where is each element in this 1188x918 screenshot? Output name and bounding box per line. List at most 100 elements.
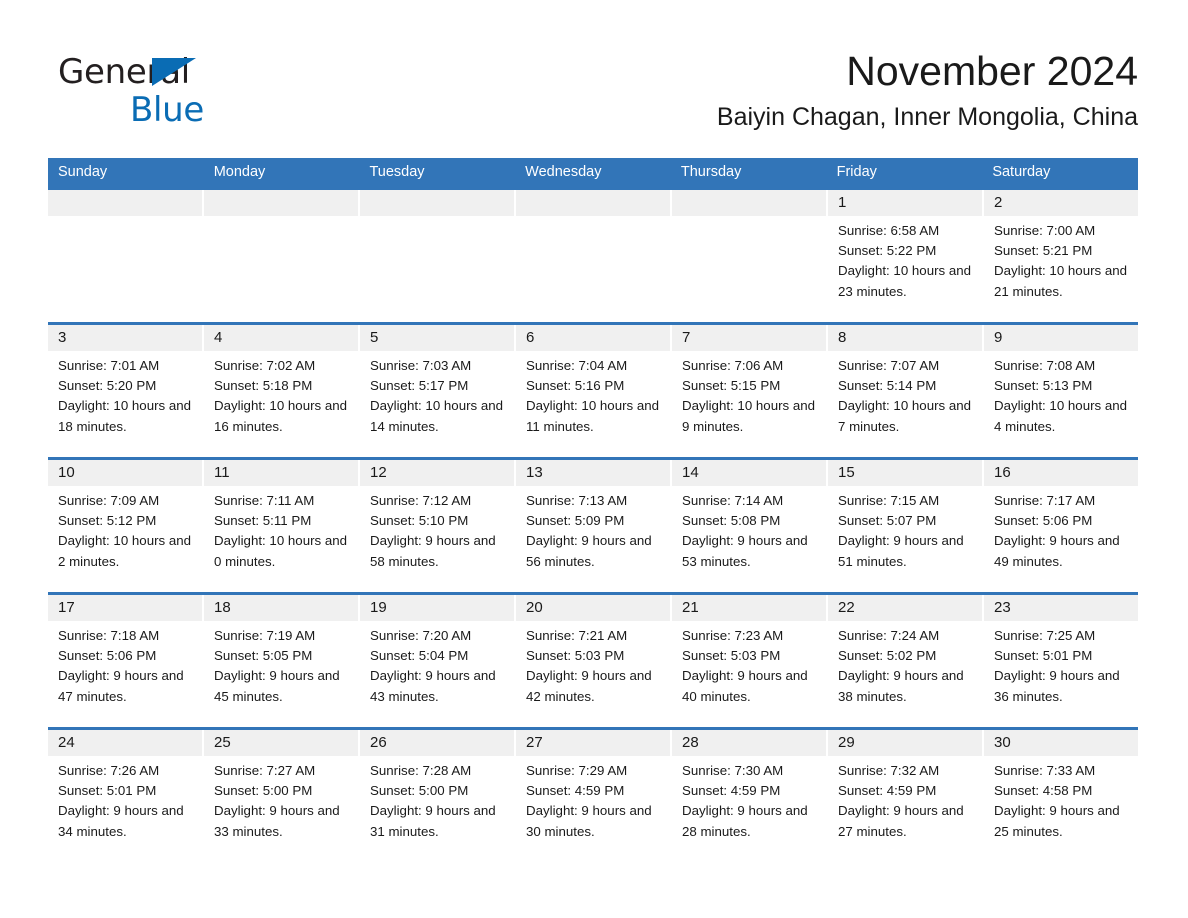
day-number: 29 [828, 730, 982, 756]
day-cell[interactable]: 1 Sunrise: 6:58 AM Sunset: 5:22 PM Dayli… [828, 190, 984, 322]
day-cell[interactable]: 7 Sunrise: 7:06 AM Sunset: 5:15 PM Dayli… [672, 325, 828, 457]
day-cell[interactable]: 13 Sunrise: 7:13 AM Sunset: 5:09 PM Dayl… [516, 460, 672, 592]
day-number: 14 [672, 460, 826, 486]
day-cell[interactable] [360, 190, 516, 322]
day-number: 13 [516, 460, 670, 486]
daylight-text: Daylight: 9 hours and 40 minutes. [682, 668, 808, 704]
day-info: Sunrise: 7:18 AM Sunset: 5:06 PM Dayligh… [48, 621, 202, 707]
sunset-text: Sunset: 5:11 PM [214, 513, 312, 529]
day-info: Sunrise: 7:02 AM Sunset: 5:18 PM Dayligh… [204, 351, 358, 437]
day-number: 19 [360, 595, 514, 621]
day-cell[interactable]: 26 Sunrise: 7:28 AM Sunset: 5:00 PM Dayl… [360, 730, 516, 862]
day-number [360, 190, 514, 216]
day-cell[interactable]: 4 Sunrise: 7:02 AM Sunset: 5:18 PM Dayli… [204, 325, 360, 457]
day-cell[interactable]: 22 Sunrise: 7:24 AM Sunset: 5:02 PM Dayl… [828, 595, 984, 727]
sunrise-text: Sunrise: 7:25 AM [994, 628, 1096, 643]
day-info [204, 216, 358, 221]
sunset-text: Sunset: 5:04 PM [370, 648, 469, 664]
day-cell[interactable]: 21 Sunrise: 7:23 AM Sunset: 5:03 PM Dayl… [672, 595, 828, 727]
sunset-text: Sunset: 5:03 PM [526, 648, 625, 664]
sunrise-text: Sunrise: 7:29 AM [526, 763, 628, 778]
daylight-text: Daylight: 9 hours and 47 minutes. [58, 668, 184, 704]
day-cell[interactable]: 8 Sunrise: 7:07 AM Sunset: 5:14 PM Dayli… [828, 325, 984, 457]
daylight-text: Daylight: 9 hours and 28 minutes. [682, 803, 808, 839]
daylight-text: Daylight: 10 hours and 4 minutes. [994, 398, 1128, 434]
day-cell[interactable]: 12 Sunrise: 7:12 AM Sunset: 5:10 PM Dayl… [360, 460, 516, 592]
day-info: Sunrise: 7:01 AM Sunset: 5:20 PM Dayligh… [48, 351, 202, 437]
day-info: Sunrise: 7:03 AM Sunset: 5:17 PM Dayligh… [360, 351, 514, 437]
day-number: 27 [516, 730, 670, 756]
day-cell[interactable]: 20 Sunrise: 7:21 AM Sunset: 5:03 PM Dayl… [516, 595, 672, 727]
day-number: 8 [828, 325, 982, 351]
day-cell[interactable] [672, 190, 828, 322]
day-number [516, 190, 670, 216]
sunrise-text: Sunrise: 7:33 AM [994, 763, 1096, 778]
sunset-text: Sunset: 5:21 PM [994, 243, 1093, 259]
day-number: 18 [204, 595, 358, 621]
day-cell[interactable]: 24 Sunrise: 7:26 AM Sunset: 5:01 PM Dayl… [48, 730, 204, 862]
day-cell[interactable]: 10 Sunrise: 7:09 AM Sunset: 5:12 PM Dayl… [48, 460, 204, 592]
day-cell[interactable]: 25 Sunrise: 7:27 AM Sunset: 5:00 PM Dayl… [204, 730, 360, 862]
day-number: 17 [48, 595, 202, 621]
sunrise-text: Sunrise: 7:12 AM [370, 493, 472, 508]
day-cell[interactable] [516, 190, 672, 322]
sunset-text: Sunset: 5:03 PM [682, 648, 781, 664]
sunrise-text: Sunrise: 7:00 AM [994, 223, 1096, 238]
day-info: Sunrise: 7:12 AM Sunset: 5:10 PM Dayligh… [360, 486, 514, 572]
day-cell[interactable]: 5 Sunrise: 7:03 AM Sunset: 5:17 PM Dayli… [360, 325, 516, 457]
day-cell[interactable] [48, 190, 204, 322]
day-cell[interactable]: 18 Sunrise: 7:19 AM Sunset: 5:05 PM Dayl… [204, 595, 360, 727]
week-row: 24 Sunrise: 7:26 AM Sunset: 5:01 PM Dayl… [48, 727, 1138, 862]
logo-triangle-icon [152, 58, 196, 86]
sunset-text: Sunset: 5:18 PM [214, 378, 313, 394]
daylight-text: Daylight: 9 hours and 56 minutes. [526, 533, 652, 569]
day-number: 2 [984, 190, 1138, 216]
day-cell[interactable]: 30 Sunrise: 7:33 AM Sunset: 4:58 PM Dayl… [984, 730, 1138, 862]
day-cell[interactable]: 28 Sunrise: 7:30 AM Sunset: 4:59 PM Dayl… [672, 730, 828, 862]
sunset-text: Sunset: 5:17 PM [370, 378, 469, 394]
daylight-text: Daylight: 9 hours and 42 minutes. [526, 668, 652, 704]
sunset-text: Sunset: 5:14 PM [838, 378, 937, 394]
calendar-table: Sunday Monday Tuesday Wednesday Thursday… [48, 158, 1138, 862]
day-info: Sunrise: 7:30 AM Sunset: 4:59 PM Dayligh… [672, 756, 826, 842]
sunrise-text: Sunrise: 7:03 AM [370, 358, 472, 373]
day-cell[interactable]: 11 Sunrise: 7:11 AM Sunset: 5:11 PM Dayl… [204, 460, 360, 592]
daylight-text: Daylight: 9 hours and 34 minutes. [58, 803, 184, 839]
day-cell[interactable] [204, 190, 360, 322]
day-cell[interactable]: 2 Sunrise: 7:00 AM Sunset: 5:21 PM Dayli… [984, 190, 1138, 322]
calendar-page: General Blue November 2024 Baiyin Chagan… [0, 0, 1188, 918]
sunrise-text: Sunrise: 7:20 AM [370, 628, 472, 643]
sunrise-text: Sunrise: 7:32 AM [838, 763, 940, 778]
daylight-text: Daylight: 10 hours and 0 minutes. [214, 533, 348, 569]
sunset-text: Sunset: 5:20 PM [58, 378, 157, 394]
day-info [672, 216, 826, 221]
day-cell[interactable]: 16 Sunrise: 7:17 AM Sunset: 5:06 PM Dayl… [984, 460, 1138, 592]
day-number: 20 [516, 595, 670, 621]
day-cell[interactable]: 27 Sunrise: 7:29 AM Sunset: 4:59 PM Dayl… [516, 730, 672, 862]
day-number: 26 [360, 730, 514, 756]
daylight-text: Daylight: 9 hours and 27 minutes. [838, 803, 964, 839]
day-number: 28 [672, 730, 826, 756]
weekday-header-wednesday: Wednesday [525, 164, 602, 180]
day-cell[interactable]: 29 Sunrise: 7:32 AM Sunset: 4:59 PM Dayl… [828, 730, 984, 862]
day-cell[interactable]: 23 Sunrise: 7:25 AM Sunset: 5:01 PM Dayl… [984, 595, 1138, 727]
day-cell[interactable]: 6 Sunrise: 7:04 AM Sunset: 5:16 PM Dayli… [516, 325, 672, 457]
sunset-text: Sunset: 4:59 PM [526, 783, 625, 799]
day-number: 6 [516, 325, 670, 351]
day-info [360, 216, 514, 221]
day-cell[interactable]: 14 Sunrise: 7:14 AM Sunset: 5:08 PM Dayl… [672, 460, 828, 592]
day-cell[interactable]: 9 Sunrise: 7:08 AM Sunset: 5:13 PM Dayli… [984, 325, 1138, 457]
day-number [48, 190, 202, 216]
daylight-text: Daylight: 10 hours and 11 minutes. [526, 398, 660, 434]
day-info: Sunrise: 7:08 AM Sunset: 5:13 PM Dayligh… [984, 351, 1138, 437]
sunrise-text: Sunrise: 7:07 AM [838, 358, 940, 373]
day-cell[interactable]: 3 Sunrise: 7:01 AM Sunset: 5:20 PM Dayli… [48, 325, 204, 457]
week-row: 3 Sunrise: 7:01 AM Sunset: 5:20 PM Dayli… [48, 322, 1138, 457]
sunrise-text: Sunrise: 7:15 AM [838, 493, 940, 508]
day-cell[interactable]: 17 Sunrise: 7:18 AM Sunset: 5:06 PM Dayl… [48, 595, 204, 727]
day-cell[interactable]: 15 Sunrise: 7:15 AM Sunset: 5:07 PM Dayl… [828, 460, 984, 592]
daylight-text: Daylight: 10 hours and 2 minutes. [58, 533, 192, 569]
day-info: Sunrise: 7:06 AM Sunset: 5:15 PM Dayligh… [672, 351, 826, 437]
day-cell[interactable]: 19 Sunrise: 7:20 AM Sunset: 5:04 PM Dayl… [360, 595, 516, 727]
week-row: 10 Sunrise: 7:09 AM Sunset: 5:12 PM Dayl… [48, 457, 1138, 592]
